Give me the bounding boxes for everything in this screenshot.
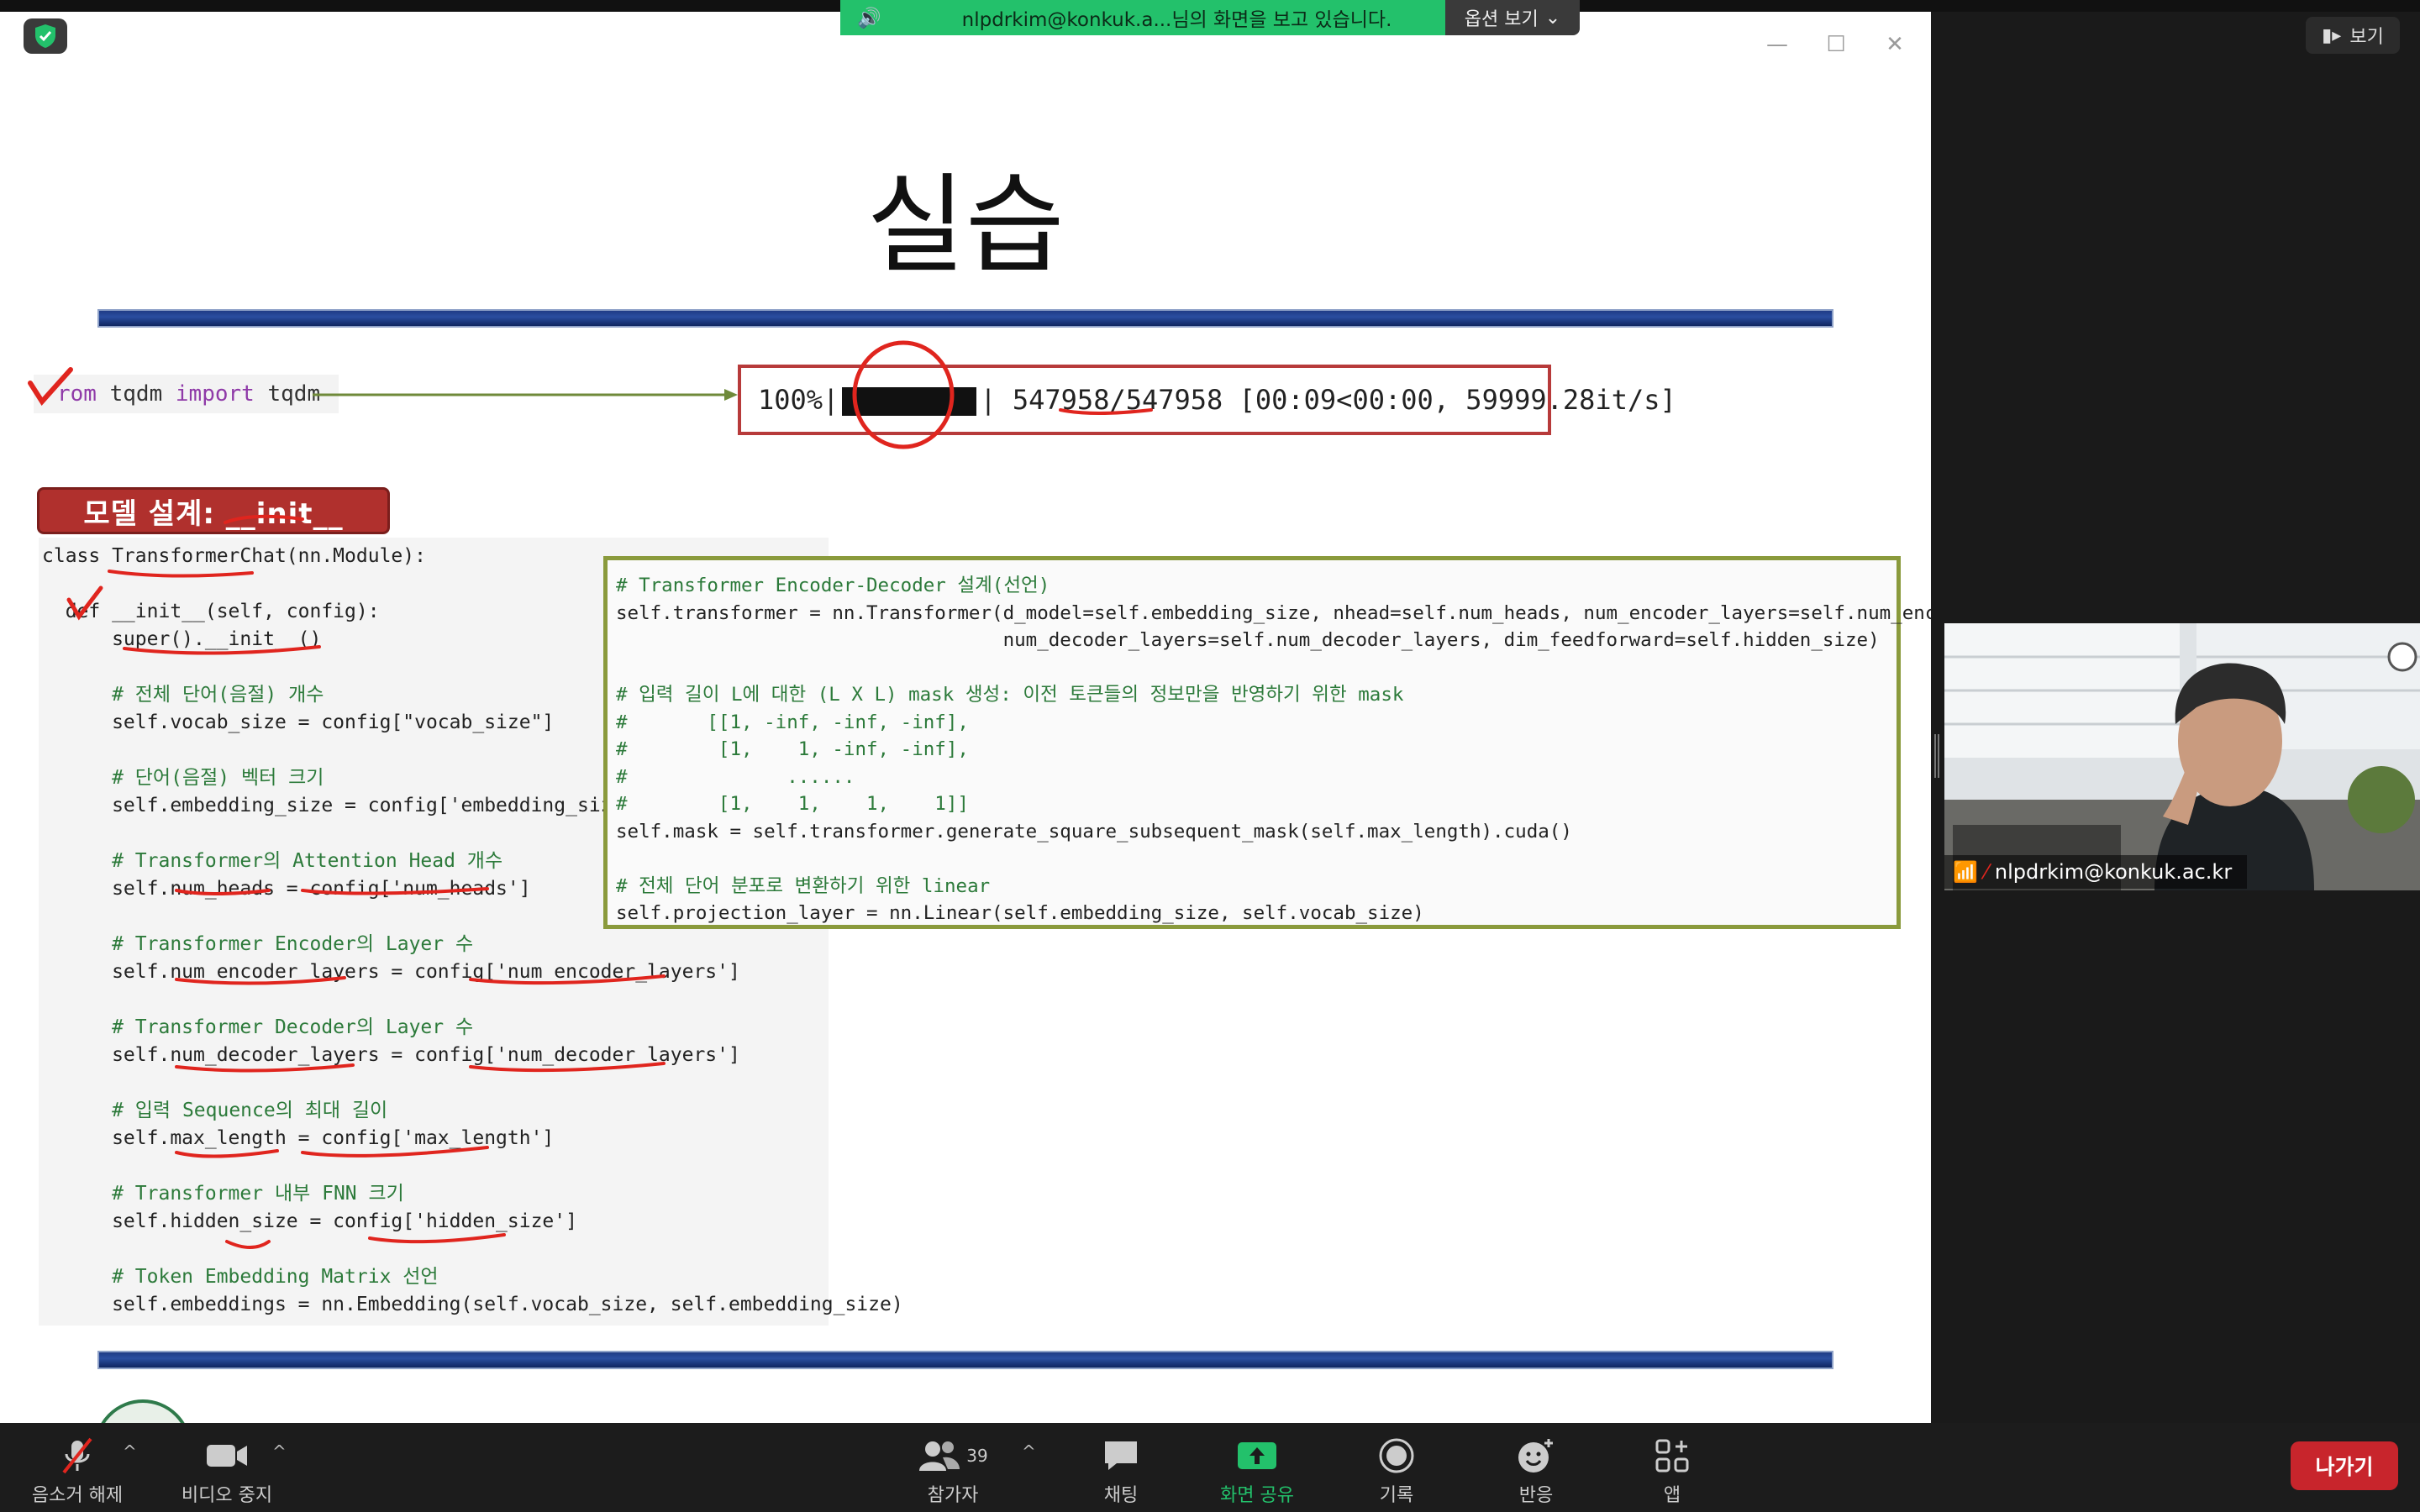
share-banner-text-area: 🔊 nlpdrkim@konkuk.a...님의 화면을 보고 있습니다. — [840, 0, 1445, 35]
participants-label: 참가자 — [927, 1485, 979, 1506]
share-screen-button[interactable]: 화면 공유 — [1198, 1435, 1316, 1507]
chat-label: 채팅 — [1103, 1485, 1139, 1506]
leave-button[interactable]: 나가기 — [2291, 1441, 2398, 1490]
participant-video-frame — [1944, 623, 2420, 890]
code-line: self.mask = self.transformer.generate_sq… — [616, 820, 1572, 843]
view-button-label: 보기 — [2349, 27, 2384, 48]
signal-icon: 📶 — [1953, 860, 1978, 884]
slide-divider-bottom — [97, 1351, 1833, 1369]
progress-timing: [00:09<00:00, 59999.28it/s] — [1239, 384, 1676, 416]
participants-icon: 39 — [894, 1435, 1012, 1477]
reactions-button[interactable]: 반응 — [1477, 1435, 1595, 1507]
audio-options-chevron-icon[interactable]: ^ — [123, 1441, 137, 1462]
code-line: self.hidden_size = config['hidden_size'] — [42, 1210, 577, 1232]
code-line: # Token Embedding Matrix 선언 — [42, 1266, 439, 1288]
view-button[interactable]: ▮▸ 보기 — [2306, 17, 2400, 54]
arrow-icon — [313, 389, 738, 401]
right-code-lines: # Transformer Encoder-Decoder 설계(선언) self… — [616, 572, 1931, 927]
code-line: self.transformer = nn.Transformer(d_mode… — [616, 601, 1931, 624]
share-screen-icon — [1198, 1435, 1316, 1477]
chevron-down-icon: ⌄ — [1544, 7, 1561, 29]
muted-microphone-icon — [18, 1435, 136, 1477]
code-line: self.projection_layer = nn.Linear(self.e… — [616, 902, 1424, 924]
code-line: # Transformer 내부 FNN 크기 — [42, 1183, 404, 1205]
slide-title: 실습 — [866, 163, 1065, 288]
code-line: # ...... — [616, 765, 855, 788]
panel-resize-handle[interactable] — [1934, 734, 1939, 778]
record-icon — [1338, 1435, 1455, 1477]
participants-button[interactable]: 39 참가자 — [894, 1435, 1012, 1507]
code-line: # Transformer Encoder-Decoder 설계(선언) — [616, 575, 1050, 596]
record-label: 기록 — [1379, 1485, 1414, 1506]
university-seal-icon — [94, 1399, 192, 1423]
right-code-block: # Transformer Encoder-Decoder 설계(선언) self… — [603, 556, 1931, 929]
code-line: self.embeddings = nn.Embedding(self.voca… — [42, 1294, 903, 1315]
code-line: # [1, 1, 1, 1]] — [616, 793, 969, 815]
code-line: # Transformer Decoder의 Layer 수 — [42, 1016, 474, 1038]
minimize-icon[interactable]: — — [1765, 32, 1790, 57]
reactions-label: 반응 — [1518, 1485, 1554, 1506]
code-line: self.num_decoder_layers = config['num_de… — [42, 1044, 740, 1066]
view-options-button[interactable]: 옵션 보기 ⌄ — [1445, 0, 1580, 35]
maximize-icon[interactable]: ☐ — [1823, 32, 1849, 57]
circle-annotation-icon — [852, 340, 955, 449]
apps-label: 앱 — [1663, 1485, 1681, 1506]
security-shield-icon[interactable] — [24, 18, 67, 54]
video-options-chevron-icon[interactable]: ^ — [272, 1441, 287, 1462]
view-options-label: 옵션 보기 — [1464, 9, 1539, 30]
code-line: # [[1, -inf, -inf, -inf], — [616, 711, 969, 733]
chat-button[interactable]: 채팅 — [1062, 1435, 1180, 1507]
tqdm-import-mid: tqdm — [109, 381, 176, 407]
progress-percent: 100%| — [758, 384, 839, 416]
participant-video[interactable] — [1944, 623, 2420, 890]
shared-slide: — ☐ ✕ 실습 rom tqdm import tqdm 100%| | 547… — [0, 12, 1931, 1423]
participants-count: 39 — [966, 1446, 988, 1466]
unmute-button[interactable]: 음소거 해제 — [18, 1435, 136, 1507]
section-label: 모델 설계: __init__ — [37, 487, 390, 534]
unmute-label: 음소거 해제 — [31, 1485, 124, 1506]
share-banner-text: nlpdrkim@konkuk.a...님의 화면을 보고 있습니다. — [961, 9, 1392, 31]
tqdm-import-suffix: tqdm — [254, 381, 321, 407]
screen-share-banner: 🔊 nlpdrkim@konkuk.a...님의 화면을 보고 있습니다. 옵션… — [840, 0, 1580, 35]
code-line: num_decoder_layers=self.num_decoder_laye… — [616, 629, 1880, 651]
apps-button[interactable]: 앱 — [1613, 1435, 1731, 1507]
code-line: # 입력 Sequence의 최대 길이 — [42, 1100, 388, 1121]
chat-icon — [1062, 1435, 1180, 1477]
close-icon[interactable]: ✕ — [1882, 32, 1907, 57]
progress-counts: 547958/547958 — [1012, 384, 1223, 416]
meeting-toolbar: 음소거 해제 ^ 비디오 중지 ^ 39 참가자 ^ 채팅 화면 공유 기록 반… — [0, 1423, 2420, 1512]
checkmark-icon-2 — [66, 585, 103, 621]
tqdm-import-code: rom tqdm import tqdm — [34, 375, 339, 413]
view-layout-icon: ▮▸ — [2322, 24, 2342, 46]
code-line: # [1, 1, -inf, -inf], — [616, 738, 969, 760]
code-line: # Transformer Encoder의 Layer 수 — [42, 933, 474, 955]
participants-options-chevron-icon[interactable]: ^ — [1022, 1441, 1036, 1462]
speaker-icon: 🔊 — [857, 7, 881, 29]
video-stop-button[interactable]: 비디오 중지 — [168, 1435, 286, 1507]
participant-name-tag: 📶 ⁄ nlpdrkim@konkuk.ac.kr — [1944, 855, 2247, 889]
participant-name: nlpdrkim@konkuk.ac.kr — [1994, 860, 2233, 884]
checkmark-icon — [28, 367, 73, 406]
video-camera-icon — [168, 1435, 286, 1477]
code-line: self.num_encoder_layers = config['num_en… — [42, 961, 740, 983]
reaction-smiley-icon — [1477, 1435, 1595, 1477]
share-screen-label: 화면 공유 — [1220, 1485, 1294, 1506]
apps-icon — [1613, 1435, 1731, 1477]
muted-mic-icon: ⁄ — [1984, 860, 1988, 884]
code-line: # 입력 길이 L에 대한 (L X L) mask 생성: 이전 토큰들의 정… — [616, 684, 1404, 706]
code-line: # 전체 단어 분포로 변환하기 위한 linear — [616, 874, 991, 897]
slide-divider-top — [97, 309, 1833, 328]
tqdm-import-keyword: import — [175, 381, 255, 407]
video-stop-label: 비디오 중지 — [181, 1485, 273, 1506]
record-button[interactable]: 기록 — [1338, 1435, 1455, 1507]
code-line: self.max_length = config['max_length'] — [42, 1127, 555, 1149]
